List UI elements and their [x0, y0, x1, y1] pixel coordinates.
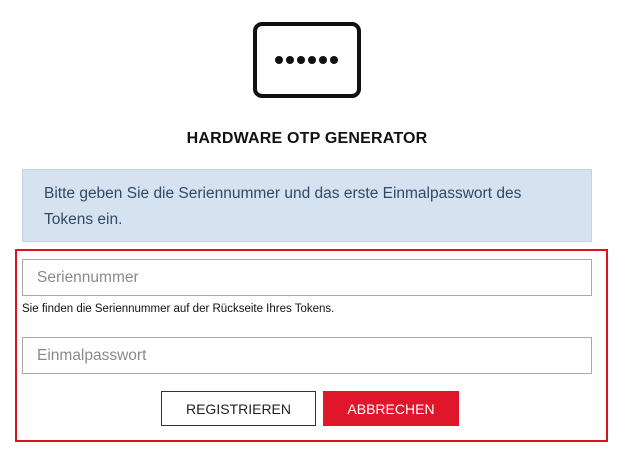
serial-number-hint: Sie finden die Seriennummer auf der Rück… [22, 303, 335, 315]
one-time-password-input[interactable] [22, 337, 592, 374]
info-message: Bitte geben Sie die Seriennummer und das… [22, 169, 592, 242]
page-title: HARDWARE OTP GENERATOR [186, 130, 428, 147]
otp-token-icon [253, 22, 361, 98]
serial-number-input[interactable] [22, 259, 592, 296]
cancel-button[interactable]: ABBRECHEN [323, 391, 459, 426]
register-button[interactable]: REGISTRIEREN [161, 391, 316, 426]
